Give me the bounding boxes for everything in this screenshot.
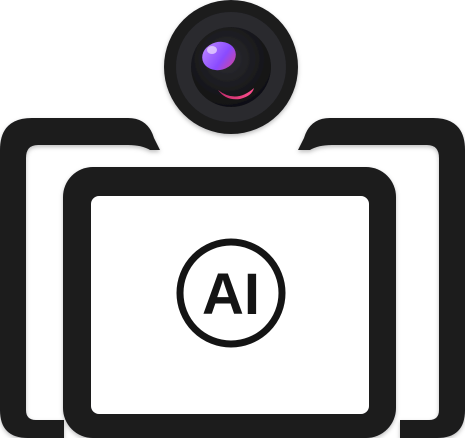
- logo-svg: AI: [0, 0, 465, 438]
- ai-badge: AI: [176, 238, 286, 348]
- camera-lens-icon: [164, 0, 298, 134]
- ai-camera-monitor-icon: AI: [0, 0, 465, 438]
- ai-badge-text: AI: [202, 262, 260, 327]
